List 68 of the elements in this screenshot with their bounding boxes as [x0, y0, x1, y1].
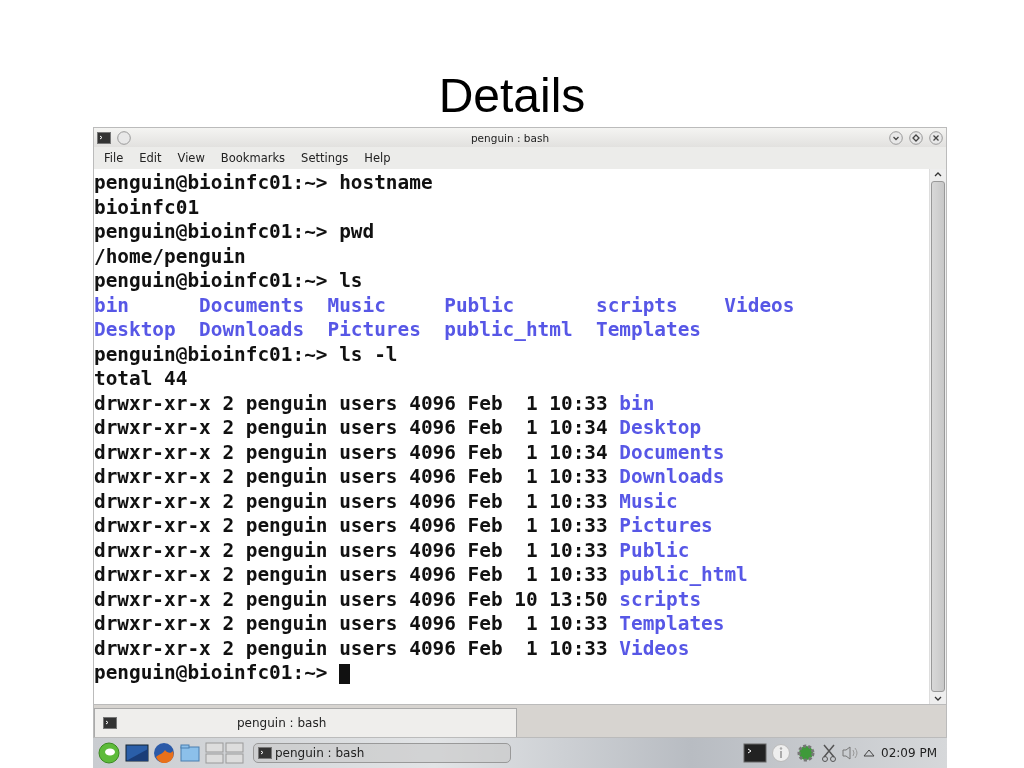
task-label: penguin : bash [275, 746, 365, 760]
menu-item[interactable]: Help [356, 151, 399, 165]
minimize-button[interactable] [889, 130, 903, 145]
task-button[interactable]: penguin : bash [253, 743, 511, 763]
terminal-text: penguin@bioinfc01:~> hostname [94, 171, 433, 196]
menu-item[interactable]: Settings [293, 151, 357, 165]
launcher-icon[interactable] [97, 742, 121, 764]
terminal-text: drwxr-xr-x 2 penguin users 4096 Feb 1 10:33 [94, 563, 608, 588]
directory-name: scripts [595, 293, 678, 317]
terminal-icon [97, 131, 111, 144]
directory-name: Public [444, 293, 515, 317]
terminal-icon[interactable] [743, 743, 767, 763]
terminal-text: total 44 [94, 367, 188, 392]
text-cursor [339, 664, 351, 684]
directory-name: Videos [619, 636, 690, 661]
directory-name: bin [94, 293, 130, 317]
tab-label: penguin : bash [237, 716, 327, 730]
directory-name: Pictures [327, 318, 421, 341]
terminal-text: penguin@bioinfc01:~> pwd [94, 220, 375, 245]
terminal-text: /home/penguin [94, 244, 246, 269]
terminal-text: drwxr-xr-x 2 penguin users 4096 Feb 1 10:33 [94, 538, 608, 563]
tray-up-icon[interactable] [863, 748, 875, 758]
directory-name: public_html [619, 563, 748, 588]
directory-name: Music [619, 489, 678, 514]
desktop-icon[interactable] [125, 744, 149, 762]
directory-name: public_html [444, 318, 573, 341]
directory-name: Desktop [94, 318, 176, 341]
menu-item[interactable]: View [169, 151, 213, 165]
maximize-button[interactable] [909, 130, 923, 145]
terminal-icon [258, 747, 272, 759]
terminal-text: penguin@bioinfc01:~> ls -l [94, 342, 398, 367]
terminal-text: penguin@bioinfc01:~> [94, 661, 328, 686]
close-button[interactable] [929, 130, 943, 145]
terminal-text: drwxr-xr-x 2 penguin users 4096 Feb 1 10:34 [94, 440, 608, 465]
menu-item[interactable]: File [96, 151, 132, 165]
directory-name: Templates [595, 318, 702, 341]
terminal-text: drwxr-xr-x 2 penguin users 4096 Feb 1 10:33 [94, 391, 608, 416]
menu-item[interactable]: Edit [131, 151, 170, 165]
terminal-text: penguin@bioinfc01:~> ls [94, 269, 363, 294]
update-icon[interactable] [795, 742, 817, 764]
terminal-text: drwxr-xr-x 2 penguin users 4096 Feb 10 13:50 [94, 587, 608, 612]
terminal-text: drwxr-xr-x 2 penguin users 4096 Feb 1 10:33 [94, 636, 608, 661]
directory-name: Documents [199, 293, 305, 317]
directory-name: bin [619, 391, 655, 416]
directory-name: Documents [619, 440, 725, 465]
directory-name: Downloads [199, 318, 305, 341]
directory-name: scripts [619, 587, 702, 612]
terminal-text: drwxr-xr-x 2 penguin users 4096 Feb 1 10:33 [94, 489, 608, 514]
directory-name: Templates [619, 612, 725, 637]
directory-name: Pictures [619, 514, 713, 539]
window-title: penguin : bash [469, 131, 551, 144]
slide-title: Details [438, 68, 586, 124]
directory-name: Public [619, 538, 690, 563]
directory-name: Desktop [619, 416, 702, 441]
directory-name: Videos [724, 293, 795, 317]
menu-item[interactable]: Bookmarks [212, 151, 294, 165]
scissors-icon[interactable] [821, 743, 837, 763]
directory-name: Music [327, 293, 386, 317]
browser-icon[interactable] [153, 742, 175, 764]
terminal-icon [103, 717, 117, 729]
terminal-text: drwxr-xr-x 2 penguin users 4096 Feb 1 10:33 [94, 514, 608, 539]
session-tab[interactable]: penguin : bash [94, 708, 517, 737]
terminal-text: bioinfc01 [94, 195, 200, 220]
terminal-text: drwxr-xr-x 2 penguin users 4096 Feb 1 10:33 [94, 612, 608, 637]
terminal-text: drwxr-xr-x 2 penguin users 4096 Feb 1 10:34 [94, 416, 608, 441]
terminal-text: drwxr-xr-x 2 penguin users 4096 Feb 1 10:33 [94, 465, 608, 490]
clock: 02:09 PM [880, 746, 938, 760]
directory-name: Downloads [619, 465, 725, 490]
